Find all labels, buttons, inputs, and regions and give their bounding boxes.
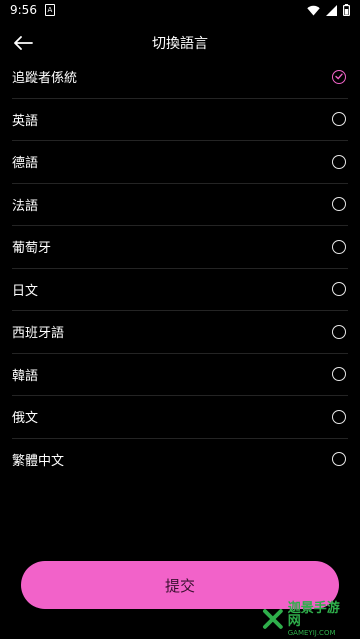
watermark-text: 迦景手游网 xyxy=(287,600,340,629)
radio-unchecked-icon[interactable] xyxy=(332,452,346,467)
battery-icon xyxy=(343,4,350,16)
back-button[interactable] xyxy=(10,30,36,56)
language-label: 俄文 xyxy=(12,411,39,427)
language-label: 法語 xyxy=(12,198,39,214)
language-label: 繁體中文 xyxy=(12,453,65,469)
language-option[interactable]: 俄文 xyxy=(12,396,348,439)
watermark-subtext: GAMEYIJ.COM xyxy=(287,628,336,637)
radio-unchecked-icon[interactable] xyxy=(332,154,346,169)
language-option[interactable]: 英語 xyxy=(12,99,348,141)
wifi-icon xyxy=(307,5,320,15)
top-app-bar: 切換語言 xyxy=(0,28,360,58)
watermark: 迦景手游网 GAMEYIJ.COM xyxy=(262,600,352,636)
language-label: 韓語 xyxy=(12,368,39,384)
language-option[interactable]: 繁體中文 xyxy=(12,439,348,481)
radio-unchecked-icon[interactable] xyxy=(332,282,346,297)
page-title: 切換語言 xyxy=(152,36,208,52)
radio-unchecked-icon[interactable] xyxy=(332,409,346,424)
radio-checked-icon[interactable] xyxy=(332,69,346,84)
language-option[interactable]: 德語 xyxy=(12,141,348,184)
radio-unchecked-icon[interactable] xyxy=(332,324,346,339)
submit-label: 提交 xyxy=(164,576,195,595)
status-bar: 9:56 A xyxy=(0,0,360,20)
language-label: 葡萄牙 xyxy=(12,241,52,257)
language-option[interactable]: 追蹤者係統 xyxy=(12,56,348,99)
radio-unchecked-icon[interactable] xyxy=(332,239,346,254)
watermark-logo-icon xyxy=(262,609,283,629)
language-option[interactable]: 日文 xyxy=(12,269,348,311)
arrow-left-icon xyxy=(14,36,33,50)
language-label: 日文 xyxy=(12,283,39,299)
language-list: 追蹤者係統 英語 德語 法語 葡萄牙 日文 西班牙語 韓語 俄文 繁體中文 xyxy=(0,56,360,480)
language-option[interactable]: 葡萄牙 xyxy=(12,226,348,269)
radio-unchecked-icon[interactable] xyxy=(332,112,346,127)
language-label: 西班牙語 xyxy=(12,326,65,342)
sim-card-icon: A xyxy=(44,4,55,16)
language-option[interactable]: 法語 xyxy=(12,184,348,226)
language-label: 英語 xyxy=(12,113,39,129)
status-time: 9:56 xyxy=(10,3,37,17)
language-option[interactable]: 西班牙語 xyxy=(12,311,348,354)
language-option[interactable]: 韓語 xyxy=(12,354,348,396)
radio-unchecked-icon[interactable] xyxy=(332,197,346,212)
language-label: 追蹤者係統 xyxy=(12,71,78,87)
signal-icon xyxy=(326,4,337,16)
radio-unchecked-icon[interactable] xyxy=(332,367,346,382)
language-label: 德語 xyxy=(12,156,39,172)
